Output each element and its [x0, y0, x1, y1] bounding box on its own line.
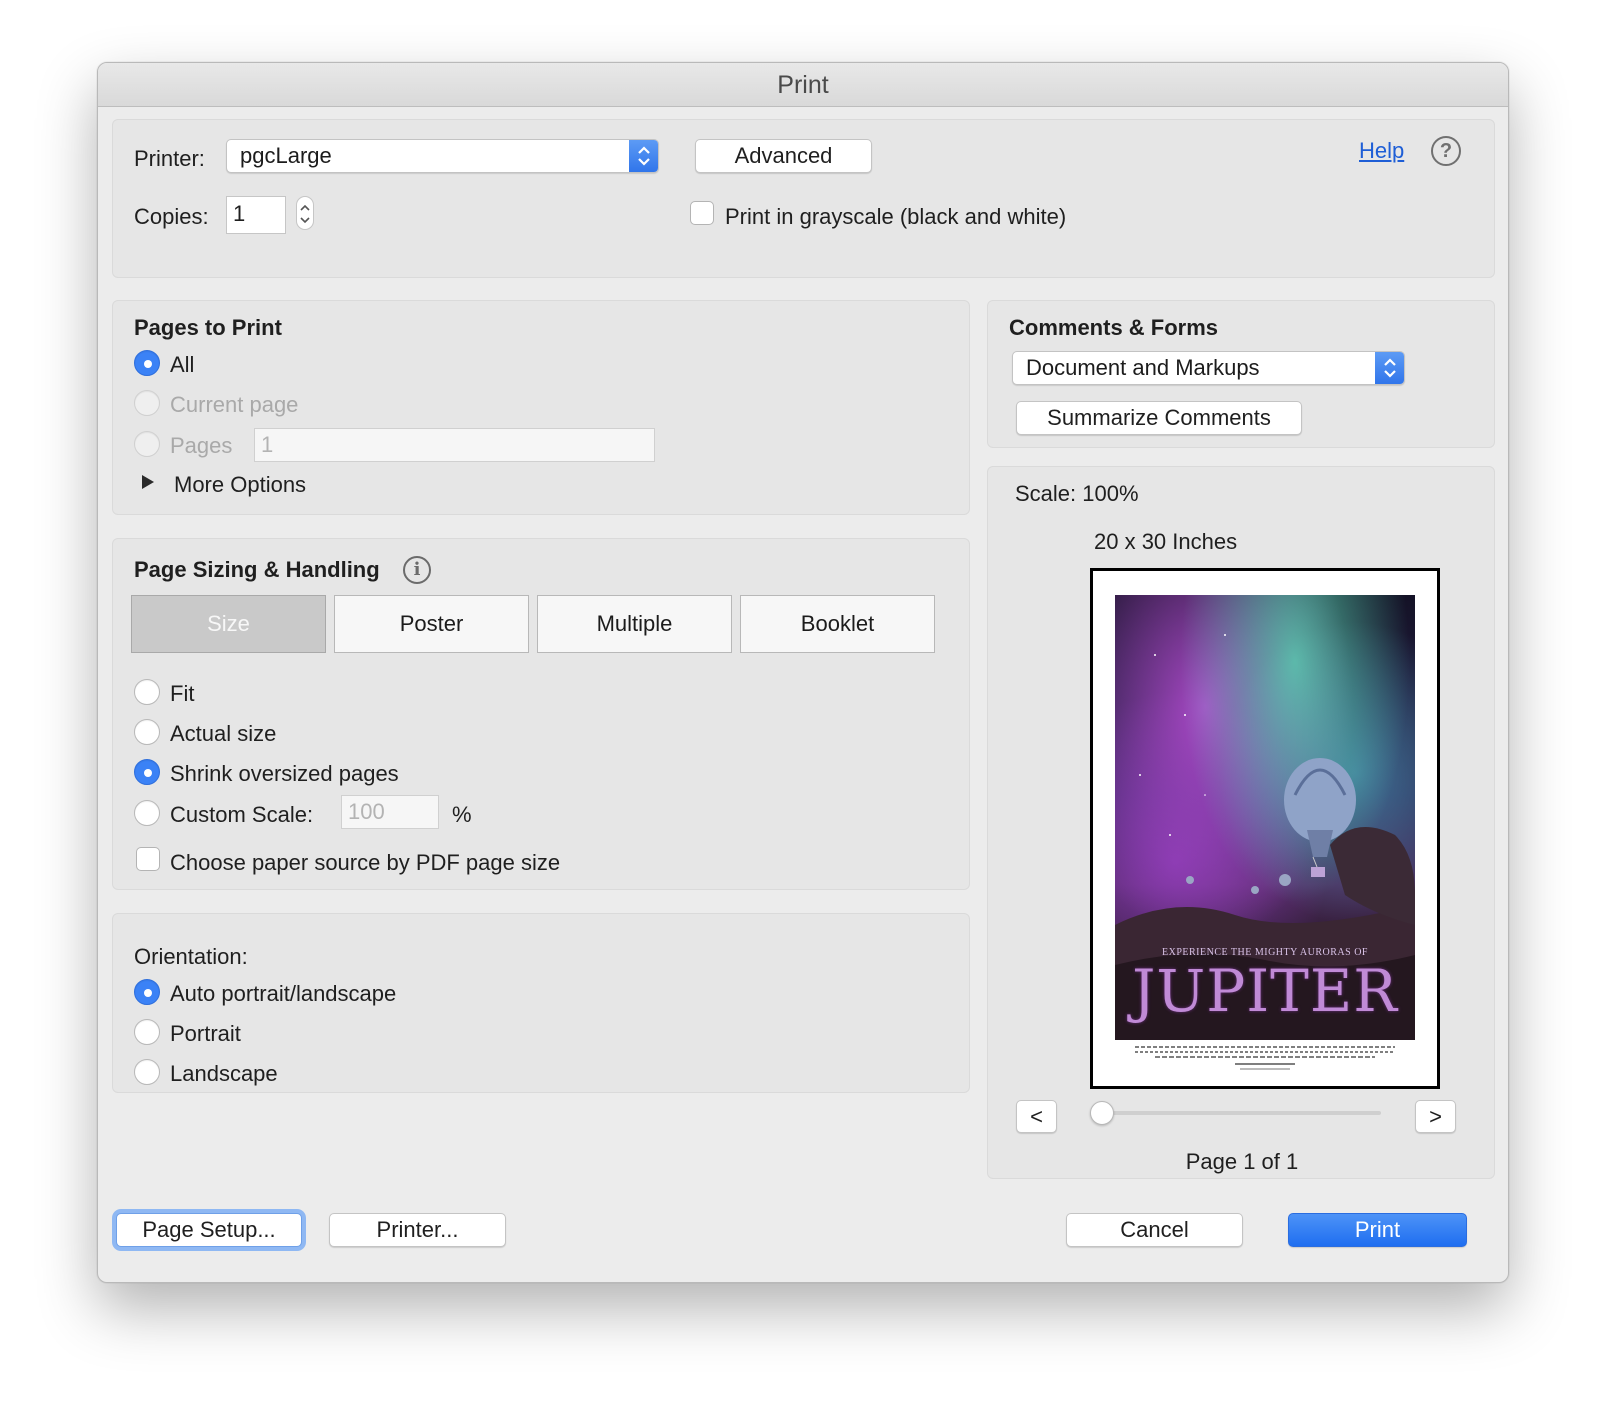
orientation-auto-radio[interactable]: [134, 979, 160, 1005]
paper-size-label: 20 x 30 Inches: [1094, 529, 1238, 554]
next-page-button[interactable]: >: [1415, 1100, 1456, 1133]
summarize-comments-button[interactable]: Summarize Comments: [1016, 401, 1302, 435]
pages-range-label: Pages: [170, 433, 233, 458]
page-sizing-panel: Page Sizing & Handling i Size Poster Mul…: [112, 538, 970, 890]
print-dialog: Print Printer: pgcLarge Advanced Help ? …: [97, 62, 1509, 1283]
copies-label: Copies:: [134, 204, 209, 229]
orientation-portrait-radio[interactable]: [134, 1019, 160, 1045]
size-actual-radio[interactable]: [134, 719, 160, 745]
orientation-landscape-label: Landscape: [170, 1061, 278, 1086]
copies-input[interactable]: 1: [226, 196, 286, 234]
help-link[interactable]: Help: [1359, 138, 1404, 164]
tab-size[interactable]: Size: [131, 595, 326, 653]
scale-label: Scale: 100%: [1015, 481, 1139, 506]
custom-scale-unit: %: [452, 802, 472, 827]
tab-booklet[interactable]: Booklet: [740, 595, 935, 653]
select-arrows-icon: [629, 140, 658, 172]
paper-source-label: Choose paper source by PDF page size: [170, 850, 561, 875]
size-shrink-radio[interactable]: [134, 759, 160, 785]
comments-select[interactable]: Document and Markups: [1012, 351, 1405, 385]
page-preview: EXPERIENCE THE MIGHTY AURORAS OF JUPITER: [1090, 568, 1440, 1089]
page-slider-knob[interactable]: [1090, 1101, 1114, 1125]
grayscale-checkbox[interactable]: [690, 201, 714, 225]
page-sizing-title: Page Sizing & Handling: [134, 557, 380, 582]
orientation-portrait-label: Portrait: [170, 1021, 241, 1046]
tab-poster[interactable]: Poster: [334, 595, 529, 653]
size-custom-radio[interactable]: [134, 800, 160, 826]
advanced-button[interactable]: Advanced: [695, 139, 872, 173]
orientation-title: Orientation:: [134, 944, 248, 969]
printer-select-value: pgcLarge: [240, 143, 332, 168]
size-fit-label: Fit: [170, 681, 195, 706]
page-setup-button[interactable]: Page Setup...: [116, 1213, 302, 1247]
orientation-panel: Orientation: Auto portrait/landscape Por…: [112, 913, 970, 1093]
size-actual-label: Actual size: [170, 721, 277, 746]
pages-current-label: Current page: [170, 392, 299, 417]
pages-range-radio[interactable]: [134, 431, 160, 457]
size-fit-radio[interactable]: [134, 679, 160, 705]
grayscale-label: Print in grayscale (black and white): [725, 204, 1067, 229]
more-options-label[interactable]: More Options: [174, 472, 306, 498]
print-button[interactable]: Print: [1288, 1213, 1467, 1247]
printer-label: Printer:: [134, 146, 205, 171]
custom-scale-input[interactable]: 100: [341, 795, 439, 829]
preview-panel: Scale: 100% 20 x 30 Inches EXPERIENCE TH…: [987, 466, 1495, 1179]
orientation-auto-label: Auto portrait/landscape: [170, 981, 397, 1006]
size-custom-label: Custom Scale:: [170, 802, 314, 827]
printer-panel: Printer: pgcLarge Advanced Help ? Copies…: [112, 119, 1495, 278]
poster-image: EXPERIENCE THE MIGHTY AURORAS OF JUPITER: [1115, 595, 1415, 1040]
poster-title: JUPITER: [1132, 957, 1398, 1025]
disclosure-triangle-icon[interactable]: [141, 474, 155, 495]
pages-range-input[interactable]: 1: [254, 428, 655, 462]
printer-button[interactable]: Printer...: [329, 1213, 506, 1247]
pages-all-label: All: [170, 352, 195, 377]
cancel-button[interactable]: Cancel: [1066, 1213, 1243, 1247]
question-circle-icon[interactable]: ?: [1431, 136, 1461, 166]
comments-select-value: Document and Markups: [1026, 355, 1260, 380]
stepper-arrows-icon: [300, 204, 310, 224]
window-title: Print: [98, 63, 1508, 107]
select-arrows-icon: [1375, 352, 1404, 384]
printer-select[interactable]: pgcLarge: [226, 139, 659, 173]
pages-to-print-title: Pages to Print: [134, 315, 282, 340]
page-slider-track[interactable]: [1100, 1111, 1381, 1115]
pages-all-radio[interactable]: [134, 350, 160, 376]
page-counter: Page 1 of 1: [1185, 1149, 1299, 1174]
pages-to-print-panel: Pages to Print All Current page Pages 1 …: [112, 300, 970, 515]
comments-forms-title: Comments & Forms: [1009, 315, 1219, 340]
sizing-tabs: Size Poster Multiple Booklet: [131, 595, 936, 653]
comments-forms-panel: Comments & Forms Document and Markups Su…: [987, 300, 1495, 448]
paper-source-checkbox[interactable]: [136, 847, 160, 871]
tab-multiple[interactable]: Multiple: [537, 595, 732, 653]
copies-stepper[interactable]: [296, 196, 314, 230]
orientation-landscape-radio[interactable]: [134, 1059, 160, 1085]
info-circle-icon[interactable]: i: [403, 556, 431, 584]
poster-fine-print: [1135, 1046, 1395, 1070]
previous-page-button[interactable]: <: [1016, 1100, 1057, 1133]
size-shrink-label: Shrink oversized pages: [170, 761, 399, 786]
pages-current-radio[interactable]: [134, 390, 160, 416]
